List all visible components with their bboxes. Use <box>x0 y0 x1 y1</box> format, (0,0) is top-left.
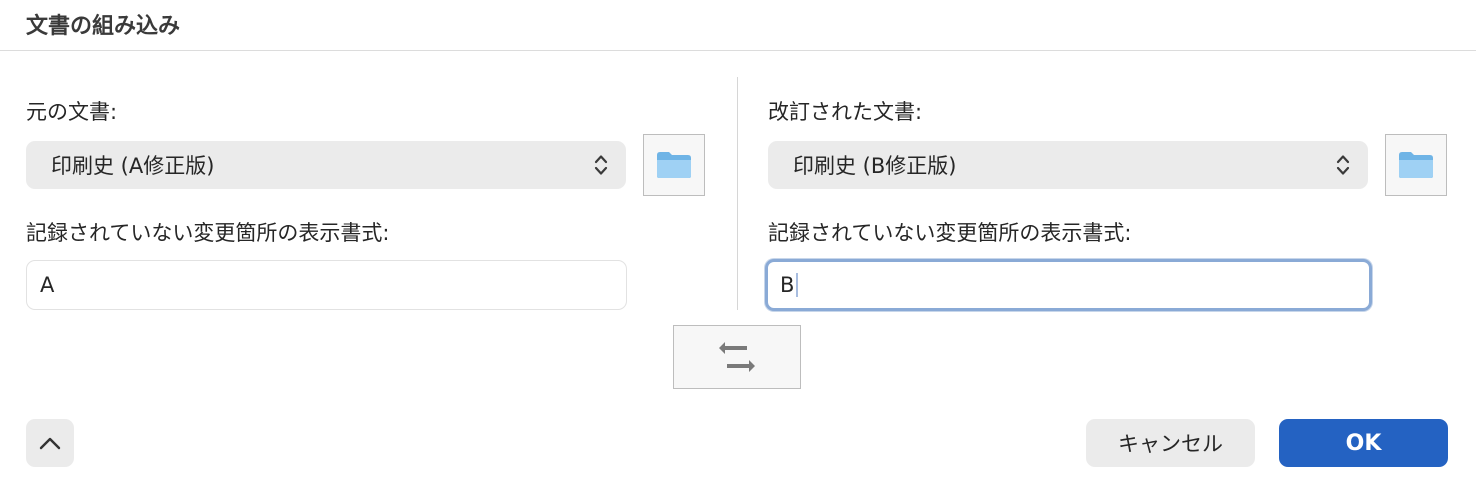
revised-document-select[interactable]: 印刷史 (B修正版) <box>768 141 1368 189</box>
original-document-label: 元の文書: <box>26 100 118 124</box>
revised-format-value: B <box>780 273 795 297</box>
original-browse-folder-button[interactable] <box>643 134 705 196</box>
text-caret <box>796 273 799 297</box>
ok-button[interactable]: OK <box>1279 419 1448 467</box>
collapse-options-button[interactable] <box>26 419 74 467</box>
swap-documents-button[interactable] <box>673 325 801 389</box>
compare-documents-dialog: 文書の組み込み 元の文書: 印刷史 (A修正版) 記録されていない変更箇所の表示… <box>0 0 1476 482</box>
revised-document-value: 印刷史 (B修正版) <box>793 154 957 178</box>
revised-format-label: 記録されていない変更箇所の表示書式: <box>768 221 1132 245</box>
revised-browse-folder-button[interactable] <box>1385 134 1447 196</box>
chevron-up-down-icon <box>594 155 608 175</box>
original-format-label: 記録されていない変更箇所の表示書式: <box>26 221 390 245</box>
original-document-select[interactable]: 印刷史 (A修正版) <box>26 141 626 189</box>
chevron-up-down-icon <box>1336 155 1350 175</box>
original-format-field[interactable]: A <box>26 260 627 310</box>
original-format-value: A <box>40 273 55 297</box>
cancel-button[interactable]: キャンセル <box>1086 419 1255 467</box>
revised-format-field[interactable]: B <box>765 259 1372 311</box>
column-divider <box>737 77 738 310</box>
original-document-value: 印刷史 (A修正版) <box>51 154 215 178</box>
folder-icon <box>657 152 691 178</box>
swap-arrows-icon <box>719 342 755 372</box>
folder-icon <box>1399 152 1433 178</box>
revised-document-label: 改訂された文書: <box>768 100 923 124</box>
title-divider <box>0 50 1476 51</box>
dialog-title: 文書の組み込み <box>26 14 181 39</box>
chevron-up-icon <box>39 437 61 450</box>
